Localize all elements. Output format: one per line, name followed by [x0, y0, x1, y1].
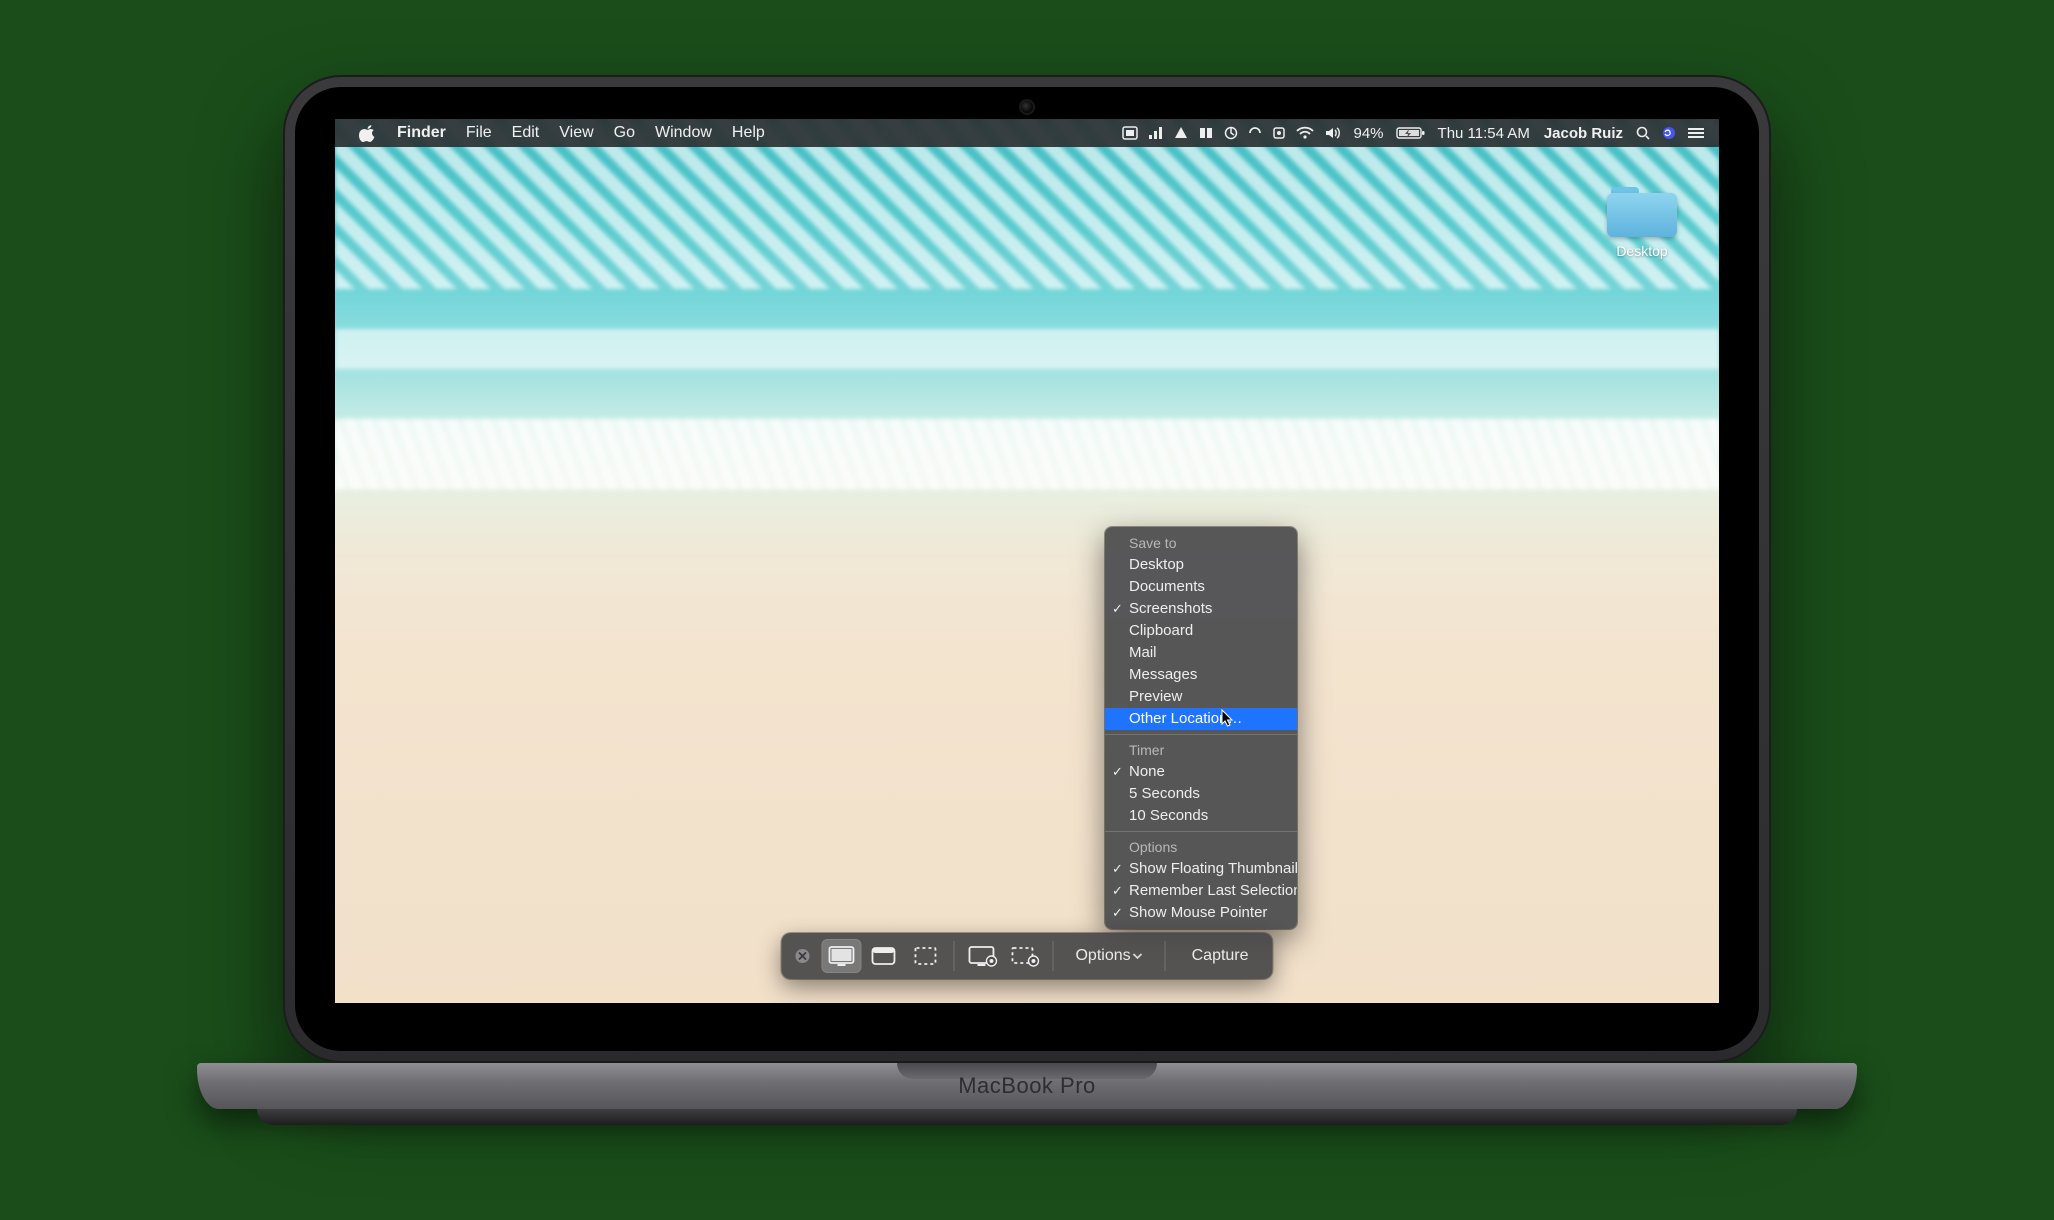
folder-icon: [1607, 187, 1677, 237]
volume-icon[interactable]: [1324, 126, 1342, 140]
save-to-item[interactable]: Preview: [1105, 686, 1297, 708]
menu-extra-icon[interactable]: [1174, 126, 1188, 140]
desktop-folder-label: Desktop: [1597, 243, 1687, 259]
timer-item[interactable]: ✓ None: [1105, 761, 1297, 783]
menu-help[interactable]: Help: [722, 119, 775, 147]
record-entire-screen-button[interactable]: [962, 939, 1002, 973]
apple-logo-icon: [359, 124, 377, 142]
menubar: Finder File Edit View Go Window Help: [335, 119, 1719, 147]
menu-extra-icon[interactable]: [1248, 126, 1262, 140]
laptop-lid: Finder File Edit View Go Window Help: [283, 75, 1771, 1063]
option-item-label: Show Floating Thumbnail: [1129, 860, 1297, 877]
desktop-wallpaper: [335, 119, 1719, 1003]
save-to-item-label: Documents: [1129, 578, 1205, 595]
save-to-item[interactable]: Desktop: [1105, 554, 1297, 576]
save-to-item-label: Preview: [1129, 688, 1182, 705]
toolbar-separator: [1165, 941, 1166, 971]
device-label: MacBook Pro: [958, 1073, 1096, 1099]
capture-selected-window-button[interactable]: [863, 939, 903, 973]
save-to-item-label: Messages: [1129, 666, 1197, 683]
check-icon: ✓: [1112, 904, 1123, 922]
options-section-saveto-title: Save to: [1105, 532, 1297, 554]
record-selected-portion-icon: [1009, 945, 1039, 967]
toolbar-separator: [953, 941, 954, 971]
option-item[interactable]: ✓ Show Mouse Pointer: [1105, 902, 1297, 924]
save-to-item-label: Other Location…: [1129, 710, 1242, 727]
save-to-item-label: Clipboard: [1129, 622, 1193, 639]
spotlight-icon[interactable]: [1635, 125, 1651, 141]
option-item-label: Remember Last Selection: [1129, 882, 1297, 899]
screenshot-toolbar: Options Capture: [781, 933, 1272, 979]
save-to-item-label: Mail: [1129, 644, 1157, 661]
wifi-icon[interactable]: [1296, 126, 1314, 140]
options-section-options-title: Options: [1105, 836, 1297, 858]
capture-button-label: Capture: [1192, 947, 1249, 965]
battery-percent[interactable]: 94%: [1352, 125, 1386, 142]
check-icon: ✓: [1112, 600, 1123, 618]
menu-extra-icon[interactable]: [1224, 126, 1238, 140]
save-to-item-label: Screenshots: [1129, 600, 1212, 617]
capture-selected-window-icon: [869, 945, 897, 967]
capture-selected-portion-icon: [911, 945, 939, 967]
notification-center-icon[interactable]: [1687, 126, 1705, 140]
check-icon: ✓: [1112, 882, 1123, 900]
menubar-status: 94% Thu 11:54 AM Jacob Ruiz: [1122, 125, 1706, 142]
menu-view[interactable]: View: [549, 119, 603, 147]
save-to-item[interactable]: ✓ Screenshots: [1105, 598, 1297, 620]
option-item[interactable]: ✓ Show Floating Thumbnail: [1105, 858, 1297, 880]
record-selected-portion-button[interactable]: [1004, 939, 1044, 973]
options-section-timer-title: Timer: [1105, 739, 1297, 761]
options-button-label: Options: [1075, 947, 1130, 965]
menu-extra-icon[interactable]: [1198, 126, 1214, 140]
siri-icon[interactable]: [1661, 125, 1677, 141]
timer-item-label: 5 Seconds: [1129, 785, 1200, 802]
timer-item-label: 10 Seconds: [1129, 807, 1208, 824]
save-to-item[interactable]: Clipboard: [1105, 620, 1297, 642]
webcam-dot: [1021, 101, 1033, 113]
close-icon: [794, 948, 810, 964]
capture-button[interactable]: Capture: [1178, 939, 1263, 973]
apple-menu[interactable]: [349, 119, 387, 147]
laptop-base: MacBook Pro: [197, 1063, 1857, 1141]
app-name[interactable]: Finder: [387, 119, 456, 147]
desktop-folder[interactable]: Desktop: [1597, 187, 1687, 259]
save-to-item[interactable]: Other Location…: [1105, 708, 1297, 730]
capture-selected-portion-button[interactable]: [905, 939, 945, 973]
option-item[interactable]: ✓ Remember Last Selection: [1105, 880, 1297, 902]
screenshot-options-menu: Save to Desktop Documents ✓ Screenshots Clip…: [1105, 527, 1297, 929]
save-to-item-label: Desktop: [1129, 556, 1184, 573]
timer-item[interactable]: 5 Seconds: [1105, 783, 1297, 805]
chevron-down-icon: [1133, 951, 1143, 961]
menubar-clock[interactable]: Thu 11:54 AM: [1436, 125, 1532, 142]
menu-edit[interactable]: Edit: [502, 119, 550, 147]
check-icon: ✓: [1112, 763, 1123, 781]
save-to-item[interactable]: Mail: [1105, 642, 1297, 664]
close-button[interactable]: [791, 945, 813, 967]
menu-window[interactable]: Window: [645, 119, 722, 147]
toolbar-separator: [1052, 941, 1053, 971]
save-to-item[interactable]: Messages: [1105, 664, 1297, 686]
options-button[interactable]: Options: [1061, 939, 1156, 973]
capture-entire-screen-button[interactable]: [821, 939, 861, 973]
menu-go[interactable]: Go: [604, 119, 645, 147]
timer-item[interactable]: 10 Seconds: [1105, 805, 1297, 827]
record-entire-screen-icon: [967, 945, 997, 967]
option-item-label: Show Mouse Pointer: [1129, 904, 1267, 921]
menubar-user[interactable]: Jacob Ruiz: [1542, 125, 1625, 142]
menu-extra-icon[interactable]: [1148, 126, 1164, 140]
menu-file[interactable]: File: [456, 119, 502, 147]
capture-entire-screen-icon: [827, 945, 855, 967]
screen: Finder File Edit View Go Window Help: [335, 119, 1719, 1003]
battery-icon[interactable]: [1396, 126, 1426, 140]
check-icon: ✓: [1112, 860, 1123, 878]
laptop-bezel: Finder File Edit View Go Window Help: [295, 87, 1759, 1051]
timer-item-label: None: [1129, 763, 1165, 780]
menu-extra-icon[interactable]: [1272, 126, 1286, 140]
laptop-frame: Finder File Edit View Go Window Help: [197, 75, 1857, 1145]
menu-extra-icon[interactable]: [1122, 126, 1138, 140]
save-to-item[interactable]: Documents: [1105, 576, 1297, 598]
